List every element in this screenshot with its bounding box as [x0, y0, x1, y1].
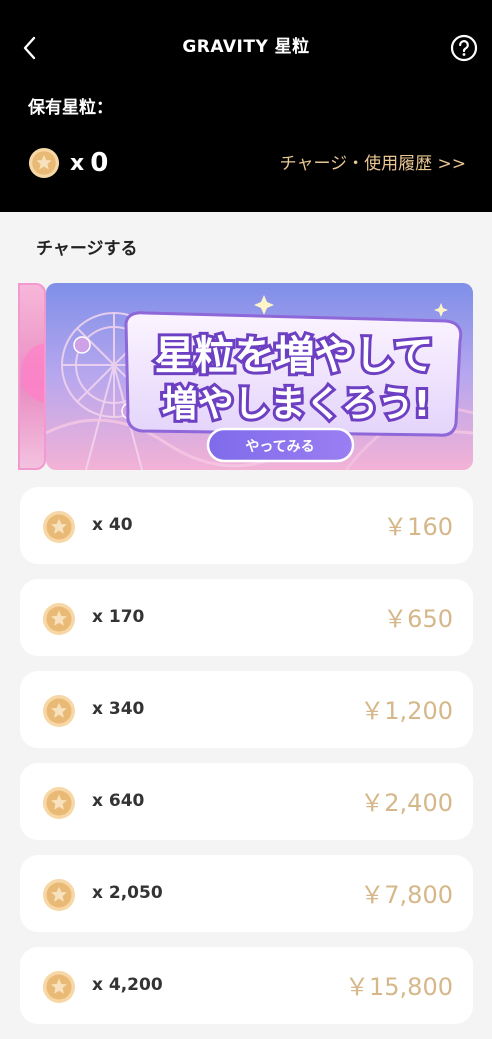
package-quantity: x 4,200 — [92, 975, 163, 995]
balance-value: 0 — [90, 148, 109, 178]
package-quantity: x 340 — [92, 699, 145, 719]
help-button[interactable] — [450, 34, 478, 62]
package-price: ￥650 — [383, 605, 453, 633]
package-price: ￥7,800 — [360, 881, 453, 909]
banner-prev-decoration — [22, 343, 44, 403]
package-item[interactable]: x 4,200 ￥15,800 — [20, 947, 473, 1024]
banner-previous-slide[interactable] — [18, 283, 46, 470]
page-title: GRAVITY 星粒 — [182, 37, 310, 57]
package-item[interactable]: x 2,050 ￥7,800 — [20, 855, 473, 932]
package-item[interactable]: x 340 ￥1,200 — [20, 671, 473, 748]
balance-prefix: x — [70, 150, 85, 176]
star-coin-icon — [43, 603, 75, 635]
package-price: ￥1,200 — [360, 697, 453, 725]
star-coin-icon — [43, 787, 75, 819]
package-item[interactable]: x 170 ￥650 — [20, 579, 473, 656]
package-quantity: x 40 — [92, 515, 133, 535]
banner-headline-1: 星粒を増やして — [155, 333, 434, 379]
package-price: ￥15,800 — [345, 973, 453, 1001]
package-quantity: x 2,050 — [92, 883, 163, 903]
package-price: ￥2,400 — [360, 789, 453, 817]
promo-banner-art: 星粒を増やして 増やしまくろう! やってみる — [46, 283, 473, 470]
star-coin-icon — [43, 971, 75, 1003]
package-quantity: x 640 — [92, 791, 145, 811]
banner-headline-2: 増やしまくろう! — [162, 384, 430, 425]
star-coin-icon — [28, 147, 60, 179]
section-title-charge: チャージする — [36, 239, 138, 259]
history-link[interactable]: チャージ・使用履歴 >> — [280, 150, 466, 178]
banner-cta-label: やってみる — [245, 439, 314, 455]
star-coin-icon — [43, 695, 75, 727]
star-coin-icon — [43, 511, 75, 543]
balance-display: x 0 — [28, 144, 108, 182]
package-item[interactable]: x 40 ￥160 — [20, 487, 473, 564]
balance-label: 保有星粒： — [28, 98, 113, 118]
package-item[interactable]: x 640 ￥2,400 — [20, 763, 473, 840]
star-coin-icon — [43, 879, 75, 911]
question-circle-icon — [450, 34, 478, 62]
package-list: x 40 ￥160 x 170 ￥650 x 340 ￥1,200 x 640 … — [20, 487, 473, 1039]
package-price: ￥160 — [383, 513, 453, 541]
header: GRAVITY 星粒 保有星粒： x 0 チャージ・使用履歴 >> — [0, 0, 492, 212]
promo-banner[interactable]: 星粒を増やして 増やしまくろう! やってみる — [46, 283, 473, 470]
package-quantity: x 170 — [92, 607, 145, 627]
